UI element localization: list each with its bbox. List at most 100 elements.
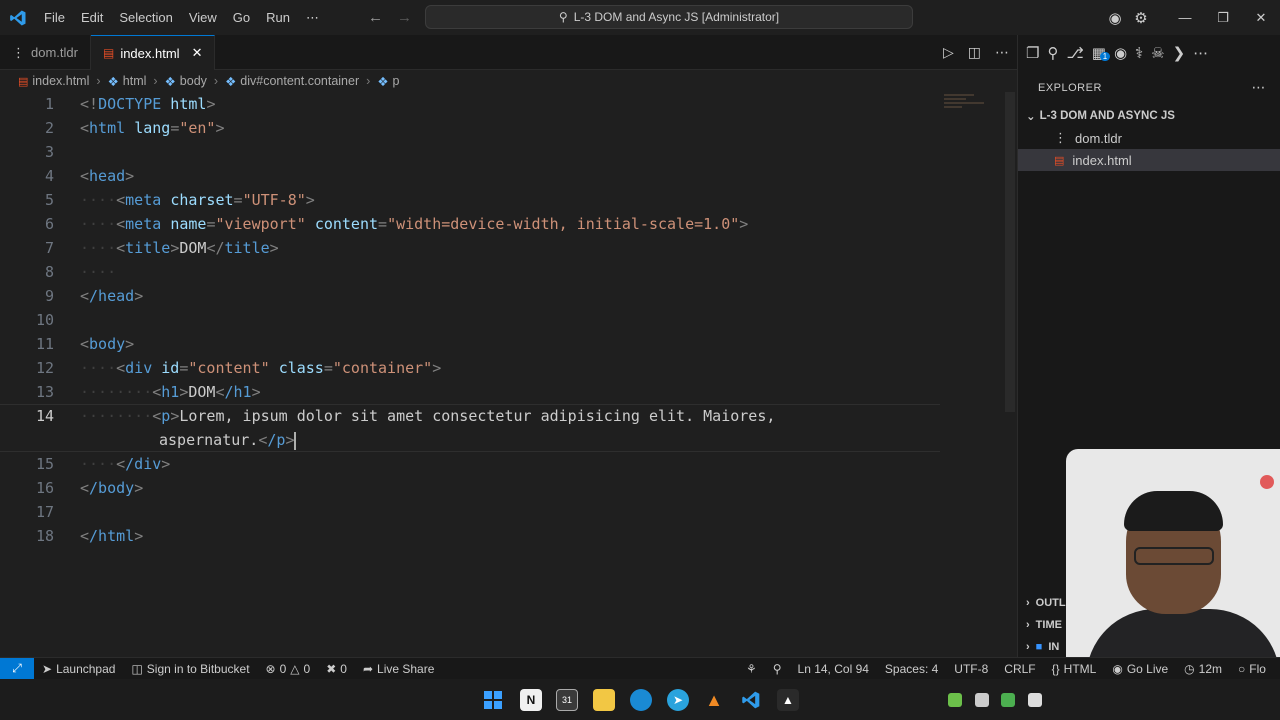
notification-badge: 1 bbox=[1099, 51, 1111, 61]
encoding[interactable]: UTF-8 bbox=[946, 662, 996, 676]
time-label: 12m bbox=[1198, 661, 1222, 676]
file-item-dom-tldr[interactable]: ⋮ dom.tldr bbox=[1018, 127, 1280, 149]
code-editor[interactable]: 1 <!DOCTYPE html> 2 <html lang="en"> 3 4… bbox=[0, 92, 1017, 657]
search-icon[interactable]: ⚲ bbox=[1047, 44, 1058, 62]
more-actions-icon[interactable]: ⋯ bbox=[995, 44, 1009, 61]
file-explorer-icon[interactable] bbox=[593, 689, 615, 711]
menu-selection[interactable]: Selection bbox=[111, 10, 180, 25]
minimap[interactable] bbox=[940, 92, 1000, 122]
tray-notion-icon[interactable] bbox=[1028, 693, 1042, 707]
close-window-button[interactable]: ✕ bbox=[1242, 10, 1280, 26]
breadcrumb-item-html[interactable]: html bbox=[123, 74, 147, 88]
accounts-status-icon[interactable]: ⚘ bbox=[738, 662, 765, 676]
menu-more[interactable]: ⋯ bbox=[298, 10, 327, 26]
ports-item[interactable]: ✖ 0 bbox=[318, 662, 355, 676]
token: h1 bbox=[161, 383, 180, 401]
vscode-taskbar-icon[interactable] bbox=[740, 689, 762, 711]
cursor-position[interactable]: Ln 14, Col 94 bbox=[790, 662, 877, 676]
more-icon[interactable]: ⋯ bbox=[1193, 44, 1208, 62]
gear-icon[interactable]: ⚙ bbox=[1128, 9, 1154, 27]
token: /h1 bbox=[224, 383, 252, 401]
editor-tabs: ⋮ dom.tldr ▤ index.html ✕ ▷ ◫ ⋯ bbox=[0, 35, 1017, 70]
breadcrumb-item-body[interactable]: body bbox=[180, 74, 207, 88]
element-icon: ❖ bbox=[107, 74, 119, 89]
menu-view[interactable]: View bbox=[181, 10, 225, 25]
windows-start-icon[interactable] bbox=[482, 689, 504, 711]
tray-telegram-icon[interactable] bbox=[975, 693, 989, 707]
menu-edit[interactable]: Edit bbox=[73, 10, 111, 25]
token: title bbox=[224, 239, 270, 257]
workspace-folder[interactable]: ⌄ L-3 DOM AND ASYNC JS bbox=[1018, 105, 1280, 127]
command-center[interactable]: ⚲ L-3 DOM and Async JS [Administrator] bbox=[425, 5, 913, 29]
source-control-icon[interactable]: ⎇ bbox=[1066, 44, 1083, 62]
zoom-icon[interactable]: ⚲ bbox=[765, 662, 790, 676]
menu-go[interactable]: Go bbox=[225, 10, 258, 25]
breadcrumb-item-p[interactable]: p bbox=[393, 74, 400, 88]
testing-icon[interactable]: ⚕ bbox=[1135, 44, 1143, 62]
edge-icon[interactable] bbox=[630, 689, 652, 711]
clock-icon: ◷ bbox=[1184, 661, 1195, 676]
go-live[interactable]: ◉ Go Live bbox=[1104, 662, 1176, 676]
outline-section[interactable]: › OUTL bbox=[1018, 592, 1066, 614]
extensions-icon[interactable]: ▦ 1 bbox=[1092, 44, 1111, 62]
warning-count: 0 bbox=[303, 661, 311, 676]
braces-icon: {} bbox=[1051, 661, 1060, 676]
tab-index-html[interactable]: ▤ index.html ✕ bbox=[90, 35, 216, 70]
explorer-title: EXPLORER bbox=[1038, 81, 1102, 94]
nav-arrows: ← → bbox=[368, 9, 412, 26]
remote-indicator-icon[interactable]: ⤢ bbox=[0, 657, 34, 680]
restore-button[interactable]: ❐ bbox=[1204, 10, 1242, 26]
tab-actions: ▷ ◫ ⋯ bbox=[943, 44, 1009, 61]
remote-icon[interactable]: ◉ bbox=[1114, 44, 1127, 62]
extra-section[interactable]: › ■ IN bbox=[1018, 636, 1059, 658]
launchpad-item[interactable]: ➤ Launchpad bbox=[34, 662, 123, 676]
line-endings[interactable]: CRLF bbox=[996, 662, 1043, 676]
line-number: 7 bbox=[44, 239, 54, 257]
split-editor-icon[interactable]: ◫ bbox=[968, 44, 981, 61]
vertical-scrollbar[interactable] bbox=[1005, 92, 1015, 412]
account-icon[interactable]: ◉ bbox=[1102, 9, 1128, 27]
menu-file[interactable]: File bbox=[36, 10, 73, 25]
back-arrow-icon[interactable]: ← bbox=[368, 9, 383, 26]
breadcrumb-item-div[interactable]: div#content.container bbox=[240, 74, 359, 88]
token: name bbox=[170, 215, 207, 233]
status-bar: ⤢ ➤ Launchpad ◫ Sign in to Bitbucket ⊗ 0 △ 0 … bbox=[0, 657, 1280, 680]
tray-app-icon[interactable] bbox=[948, 693, 962, 707]
recording-icon bbox=[1260, 475, 1274, 489]
breadcrumb-item-file[interactable]: index.html bbox=[32, 74, 89, 88]
minimize-button[interactable]: — bbox=[1166, 10, 1204, 25]
more-actions-icon[interactable]: ⋯ bbox=[1252, 79, 1267, 96]
forward-arrow-icon[interactable]: → bbox=[397, 9, 412, 26]
chevron-right-icon: › bbox=[366, 74, 371, 88]
recorder-icon[interactable]: ▲ bbox=[777, 689, 799, 711]
tab-dom-tldr[interactable]: ⋮ dom.tldr bbox=[0, 35, 91, 70]
liveshare-item[interactable]: ➦ Live Share bbox=[355, 662, 442, 676]
broadcast-icon: ◉ bbox=[1112, 661, 1123, 676]
gitlens-icon[interactable]: ❯ bbox=[1173, 44, 1186, 62]
token: html bbox=[161, 95, 207, 113]
telegram-icon[interactable]: ➤ bbox=[667, 689, 689, 711]
tray-network-icon[interactable] bbox=[1001, 693, 1015, 707]
language-mode[interactable]: {} HTML bbox=[1044, 662, 1105, 676]
token: DOM bbox=[188, 383, 216, 401]
token: html bbox=[89, 119, 126, 137]
problems-item[interactable]: ⊗ 0 △ 0 bbox=[258, 662, 319, 676]
token: "viewport" bbox=[215, 215, 306, 233]
chevron-down-icon: ⌄ bbox=[1026, 111, 1036, 123]
indentation[interactable]: Spaces: 4 bbox=[877, 662, 946, 676]
calendar-icon[interactable]: 31 bbox=[556, 689, 578, 711]
run-icon[interactable]: ▷ bbox=[943, 44, 954, 61]
debug-icon[interactable]: ☠ bbox=[1151, 44, 1164, 62]
vlc-icon[interactable]: ▲ bbox=[703, 689, 725, 711]
bitbucket-item[interactable]: ◫ Sign in to Bitbucket bbox=[123, 662, 257, 676]
search-icon: ⚲ bbox=[558, 10, 568, 24]
files-icon[interactable]: ❐ bbox=[1026, 44, 1039, 62]
menu-run[interactable]: Run bbox=[258, 10, 298, 25]
close-icon[interactable]: ✕ bbox=[192, 45, 203, 61]
notion-icon[interactable]: N bbox=[520, 689, 542, 711]
flow-item[interactable]: ○ Flo bbox=[1230, 662, 1280, 676]
time-tracker[interactable]: ◷ 12m bbox=[1176, 662, 1230, 676]
file-item-index-html[interactable]: ▤ index.html bbox=[1018, 149, 1280, 171]
code-line: 2 <html lang="en"> bbox=[0, 116, 940, 140]
timeline-section[interactable]: › TIME bbox=[1018, 614, 1062, 636]
